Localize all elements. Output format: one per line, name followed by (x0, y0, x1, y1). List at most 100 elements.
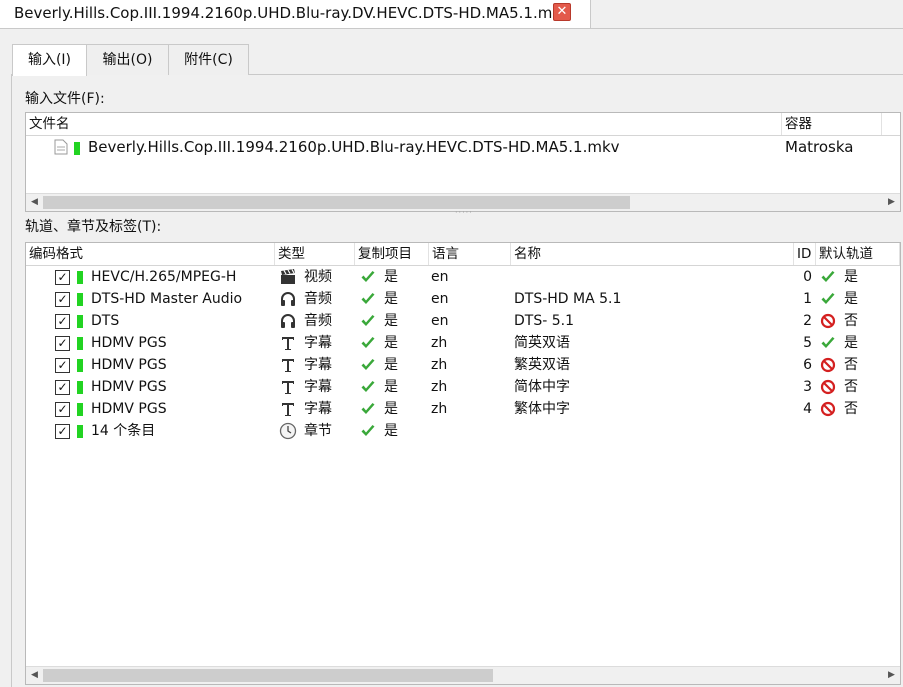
track-codec: HDMV PGS (91, 379, 167, 395)
track-copy: 是 (384, 423, 398, 439)
track-id: 5 (803, 335, 812, 351)
scroll-left-arrow-icon[interactable]: ◀ (26, 194, 43, 211)
check-icon (360, 291, 376, 307)
track-default: 是 (844, 291, 858, 307)
tab-input[interactable]: 输入(I) (12, 44, 87, 76)
track-name: 繁体中字 (514, 401, 570, 417)
track-codec: HDMV PGS (91, 357, 167, 373)
column-header-default-track[interactable]: 默认轨道 (816, 243, 900, 265)
prohibited-icon (820, 357, 836, 373)
check-icon (360, 269, 376, 285)
track-language: zh (431, 379, 448, 395)
headphones-icon (279, 312, 297, 330)
file-tab[interactable]: Beverly.Hills.Cop.III.1994.2160p.UHD.Blu… (0, 0, 591, 28)
check-icon (360, 313, 376, 329)
file-tab-title: Beverly.Hills.Cop.III.1994.2160p.UHD.Blu… (14, 4, 570, 22)
track-default: 否 (844, 357, 858, 373)
track-default: 否 (844, 401, 858, 417)
splitter-handle[interactable]: ····· (455, 209, 472, 217)
tab-attachments[interactable]: 附件(C) (168, 44, 249, 75)
track-codec: HDMV PGS (91, 335, 167, 351)
status-indicator (77, 293, 83, 306)
tab-output[interactable]: 输出(O) (86, 44, 169, 75)
column-header-type[interactable]: 类型 (275, 243, 355, 265)
track-copy: 是 (384, 335, 398, 351)
track-copy: 是 (384, 291, 398, 307)
status-indicator (77, 381, 83, 394)
track-language: en (431, 291, 449, 307)
prohibited-icon (820, 401, 836, 417)
track-type: 章节 (304, 423, 332, 439)
track-id: 0 (803, 269, 812, 285)
track-language: en (431, 313, 449, 329)
track-type: 字幕 (304, 379, 332, 395)
status-indicator (74, 142, 80, 155)
headphones-icon (279, 290, 297, 308)
scroll-right-arrow-icon[interactable]: ▶ (883, 667, 900, 684)
track-language: zh (431, 401, 448, 417)
check-icon (360, 335, 376, 351)
horizontal-scrollbar[interactable]: ◀ ▶ (26, 666, 900, 684)
tracks-table[interactable]: 编码格式 类型 复制项目 语言 名称 ID 默认轨道 ✓ HEVC/H.265/M… (25, 242, 901, 685)
track-id: 2 (803, 313, 812, 329)
text-t-icon (279, 378, 297, 396)
track-checkbox[interactable]: ✓ (55, 358, 70, 373)
column-header-filename[interactable]: 文件名 (26, 113, 782, 135)
input-files-label: 输入文件(F): (25, 91, 105, 107)
track-language: en (431, 269, 449, 285)
status-indicator (77, 425, 83, 438)
track-copy: 是 (384, 357, 398, 373)
track-checkbox[interactable]: ✓ (55, 336, 70, 351)
track-id: 3 (803, 379, 812, 395)
column-header-id[interactable]: ID (794, 243, 816, 265)
file-container: Matroska (785, 138, 854, 156)
track-copy: 是 (384, 269, 398, 285)
track-id: 1 (803, 291, 812, 307)
text-t-icon (279, 334, 297, 352)
track-default: 否 (844, 313, 858, 329)
track-type: 音频 (304, 313, 332, 329)
column-header-language[interactable]: 语言 (429, 243, 511, 265)
check-icon (360, 379, 376, 395)
column-header-container[interactable]: 容器 (782, 113, 882, 135)
column-header-codec[interactable]: 编码格式 (26, 243, 275, 265)
track-language: zh (431, 335, 448, 351)
track-type: 音频 (304, 291, 332, 307)
track-copy: 是 (384, 379, 398, 395)
track-name: 简英双语 (514, 335, 570, 351)
track-checkbox[interactable]: ✓ (55, 292, 70, 307)
file-name: Beverly.Hills.Cop.III.1994.2160p.UHD.Blu… (88, 138, 620, 156)
track-checkbox[interactable]: ✓ (55, 270, 70, 285)
text-t-icon (279, 400, 297, 418)
close-tab-button[interactable]: ✕ (553, 3, 571, 21)
track-codec: DTS (91, 313, 120, 329)
table-header: 编码格式 类型 复制项目 语言 名称 ID 默认轨道 (26, 243, 900, 266)
track-codec: DTS-HD Master Audio (91, 291, 243, 307)
track-checkbox[interactable]: ✓ (55, 380, 70, 395)
film-clapper-icon (279, 268, 297, 286)
check-icon (820, 335, 836, 351)
input-files-table[interactable]: 文件名 容器 Beverly.Hills.Cop.III.1994.2160p.… (25, 112, 901, 212)
scrollbar-thumb[interactable] (43, 669, 493, 682)
table-header: 文件名 容器 (26, 113, 900, 136)
status-indicator (77, 271, 83, 284)
column-header-name[interactable]: 名称 (511, 243, 794, 265)
track-default: 是 (844, 335, 858, 351)
track-checkbox[interactable]: ✓ (55, 314, 70, 329)
column-header-copy[interactable]: 复制项目 (355, 243, 429, 265)
track-checkbox[interactable]: ✓ (55, 402, 70, 417)
scrollbar-thumb[interactable] (43, 196, 630, 209)
track-name: 简体中字 (514, 379, 570, 395)
track-type: 字幕 (304, 335, 332, 351)
text-t-icon (279, 356, 297, 374)
tracks-label: 轨道、章节及标签(T): (25, 219, 162, 235)
scroll-left-arrow-icon[interactable]: ◀ (26, 667, 43, 684)
scroll-right-arrow-icon[interactable]: ▶ (883, 194, 900, 211)
track-copy: 是 (384, 313, 398, 329)
track-default: 否 (844, 379, 858, 395)
track-codec: 14 个条目 (91, 423, 156, 439)
track-name: DTS- 5.1 (514, 313, 574, 329)
track-checkbox[interactable]: ✓ (55, 424, 70, 439)
track-default: 是 (844, 269, 858, 285)
track-name: DTS-HD MA 5.1 (514, 291, 622, 307)
